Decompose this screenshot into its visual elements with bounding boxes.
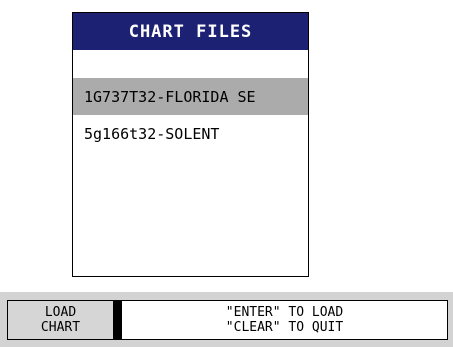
instructions-box: "ENTER" TO LOAD "CLEAR" TO QUIT (121, 300, 448, 340)
file-item-florida-se[interactable]: 1G737T32-FLORIDA SE (73, 78, 308, 115)
bottom-soft-key-bar: LOAD CHART "ENTER" TO LOAD "CLEAR" TO QU… (0, 292, 453, 347)
file-item-solent[interactable]: 5g166t32-SOLENT (73, 115, 308, 152)
load-chart-label-line1: LOAD (44, 305, 77, 320)
load-chart-button[interactable]: LOAD CHART (7, 300, 114, 340)
file-list: 1G737T32-FLORIDA SE 5g166t32-SOLENT (73, 78, 308, 152)
button-shadow (114, 300, 121, 340)
load-chart-label-line2: CHART (40, 320, 81, 335)
instruction-enter: "ENTER" TO LOAD (225, 305, 344, 320)
chart-files-panel: CHART FILES 1G737T32-FLORIDA SE 5g166t32… (72, 12, 309, 277)
instruction-clear: "CLEAR" TO QUIT (225, 320, 344, 335)
panel-title: CHART FILES (73, 13, 308, 50)
